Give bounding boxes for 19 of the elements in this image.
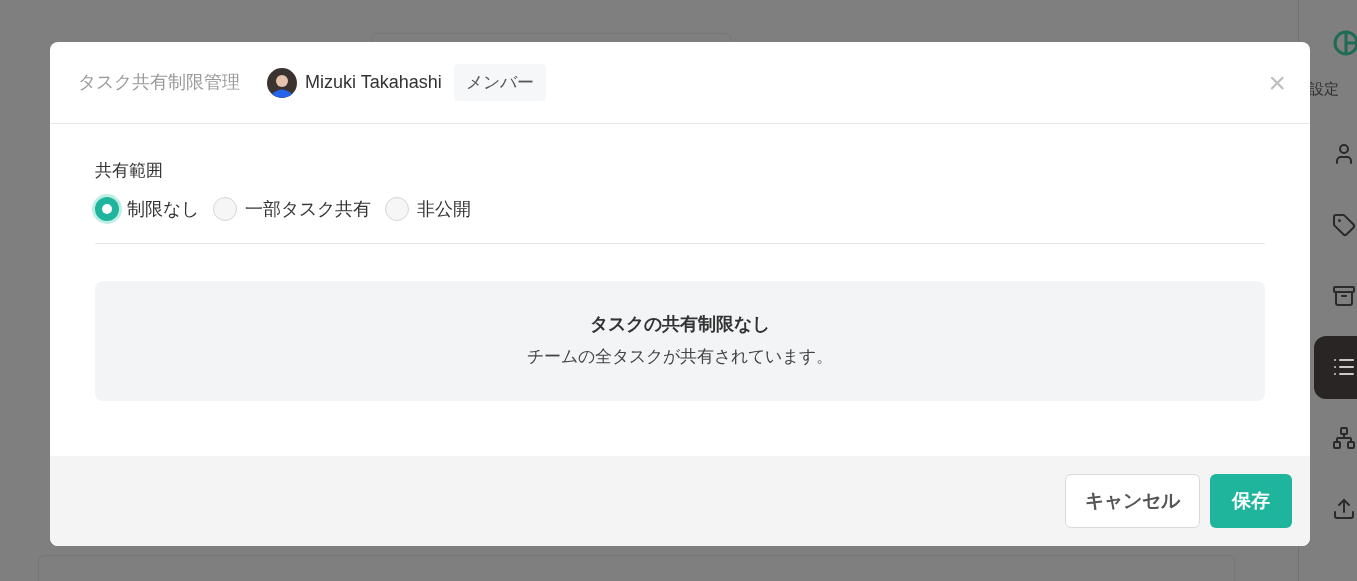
sidebar-item[interactable] xyxy=(1314,335,1357,399)
info-title: タスクの共有制限なし xyxy=(590,313,770,337)
upload-icon xyxy=(1332,497,1356,521)
tag-icon xyxy=(1332,213,1356,237)
box-icon xyxy=(1332,284,1356,308)
radio-button[interactable] xyxy=(95,197,119,221)
radio-option[interactable]: 制限なし xyxy=(95,195,199,223)
section-label: 共有範囲 xyxy=(95,160,164,182)
user-name: Mizuki Takahashi xyxy=(305,71,442,94)
radio-option[interactable]: 非公開 xyxy=(385,195,471,223)
radio-option[interactable]: 一部タスク共有 xyxy=(213,195,371,223)
hierarchy-icon xyxy=(1332,426,1356,450)
avatar-icon xyxy=(267,67,297,98)
role-tag: メンバー xyxy=(453,63,546,102)
info-description: チームの全タスクが共有されています。 xyxy=(527,346,833,369)
radio-button[interactable] xyxy=(213,197,237,221)
cancel-button[interactable]: キャンセル xyxy=(1065,474,1200,528)
radio-button[interactable] xyxy=(385,197,409,221)
dialog-title: タスク共有制限管理 xyxy=(78,71,240,94)
